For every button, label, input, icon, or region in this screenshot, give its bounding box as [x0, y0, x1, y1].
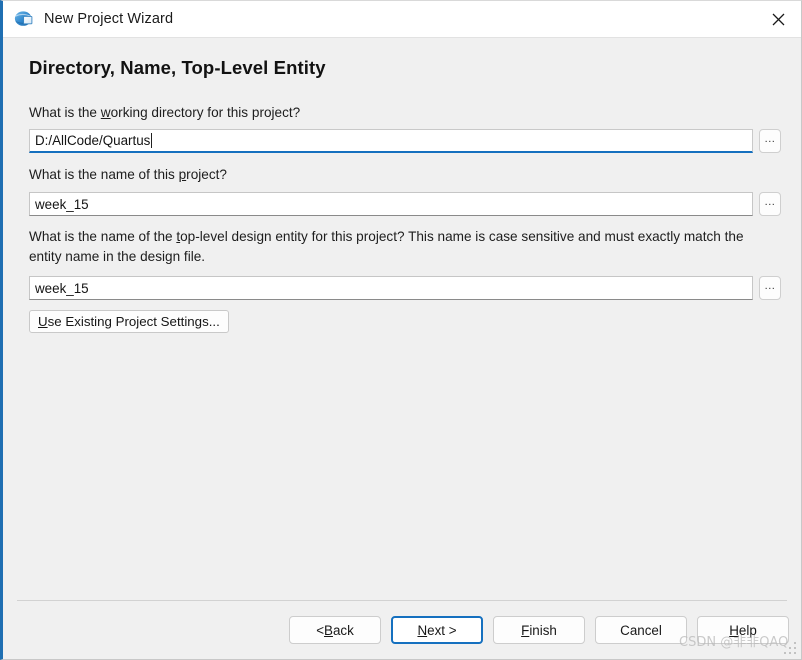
finish-button[interactable]: Finish	[493, 616, 585, 644]
cancel-button[interactable]: Cancel	[595, 616, 687, 644]
next-button[interactable]: Next >	[391, 616, 483, 644]
wizard-content: Directory, Name, Top-Level Entity What i…	[3, 38, 801, 659]
label-project-name: What is the name of this project?	[29, 167, 227, 182]
field-row-top-level-entity: week_15 ...	[29, 276, 781, 300]
browse-project-name-button[interactable]: ...	[759, 192, 781, 216]
globe-icon	[13, 8, 35, 30]
use-existing-project-settings-button[interactable]: Use Existing Project Settings...	[29, 310, 229, 333]
top-level-entity-input[interactable]: week_15	[29, 276, 753, 300]
field-row-project-name: week_15 ...	[29, 192, 781, 216]
footer-separator	[17, 600, 787, 601]
help-button[interactable]: Help	[697, 616, 789, 644]
close-icon[interactable]	[755, 1, 801, 37]
window-title: New Project Wizard	[44, 11, 174, 27]
browse-working-directory-button[interactable]: ...	[759, 129, 781, 153]
browse-top-level-entity-button[interactable]: ...	[759, 276, 781, 300]
resize-grip-icon[interactable]	[784, 642, 797, 655]
label-top-level-entity: What is the name of the top-level design…	[29, 229, 744, 264]
back-button[interactable]: < Back	[289, 616, 381, 644]
project-name-input[interactable]: week_15	[29, 192, 753, 216]
page-title: Directory, Name, Top-Level Entity	[29, 57, 326, 78]
new-project-wizard-window: New Project Wizard Directory, Name, Top-…	[0, 0, 802, 660]
text-caret	[151, 133, 153, 148]
footer-button-bar: < Back Next > Finish Cancel Help	[289, 616, 789, 644]
working-directory-input[interactable]: D:/AllCode/Quartus	[29, 129, 753, 153]
title-bar: New Project Wizard	[3, 1, 801, 38]
field-row-working-directory: D:/AllCode/Quartus ...	[29, 129, 781, 153]
label-working-directory: What is the working directory for this p…	[29, 105, 301, 120]
